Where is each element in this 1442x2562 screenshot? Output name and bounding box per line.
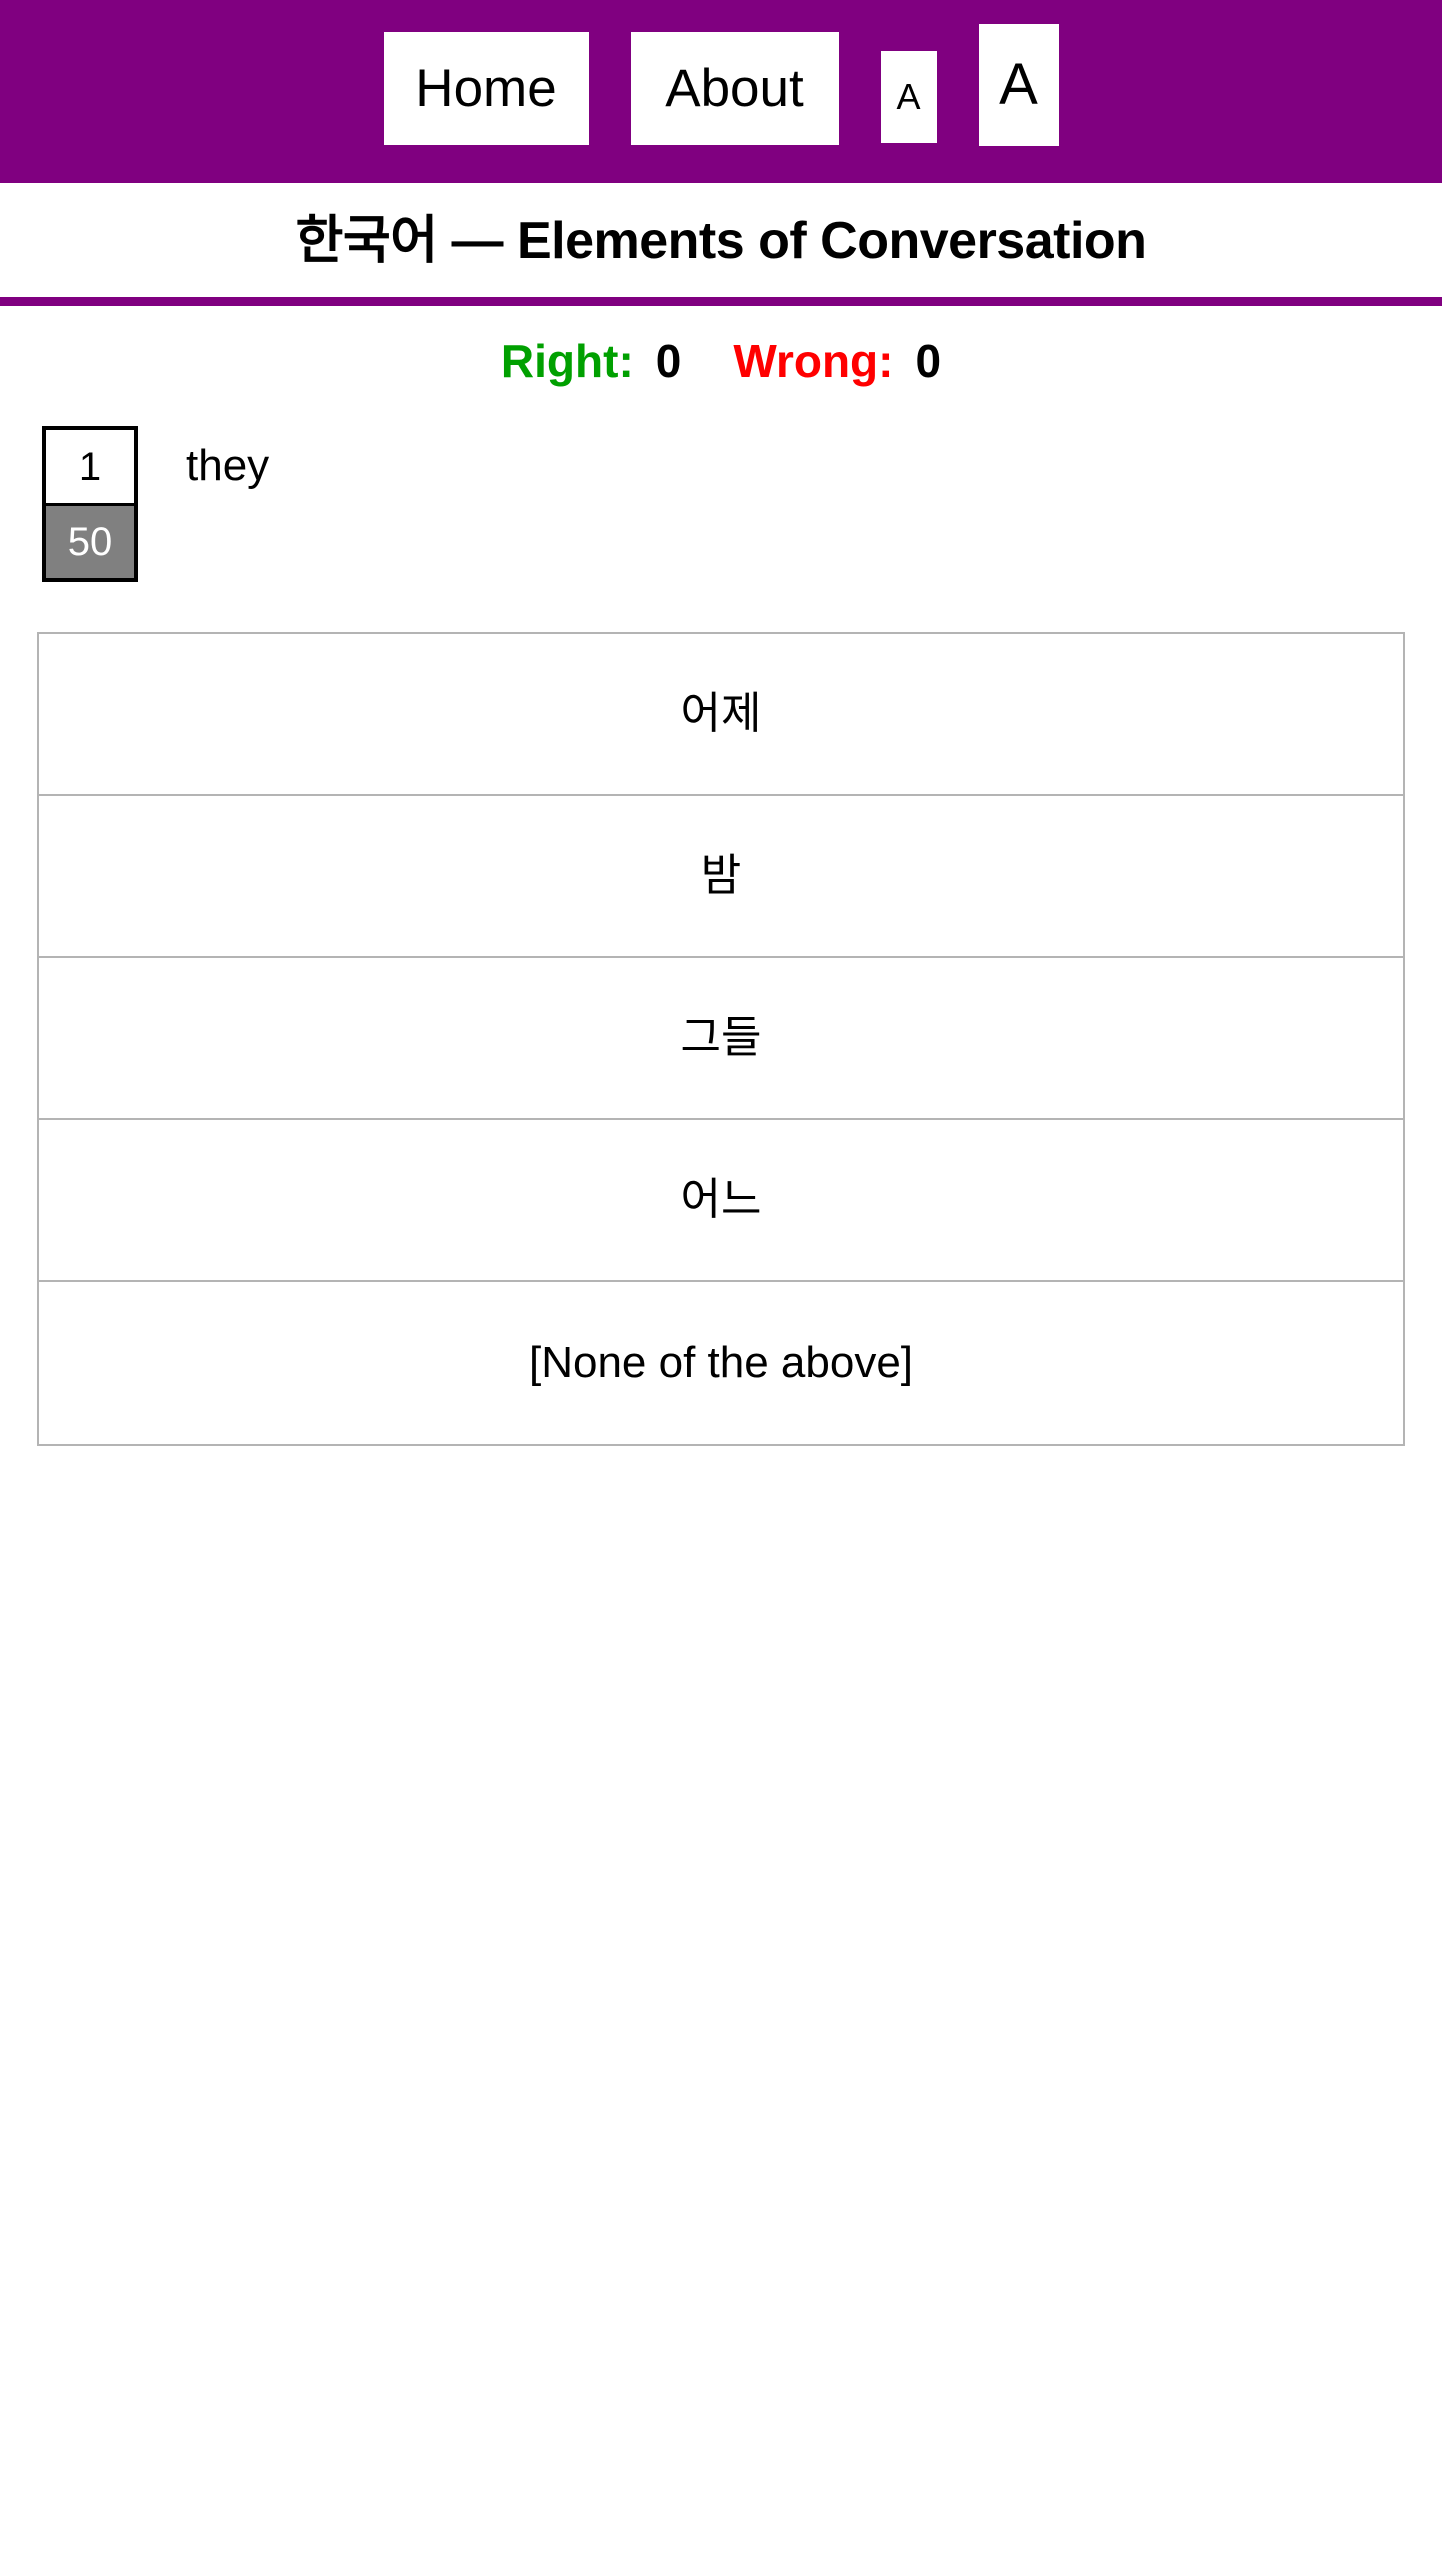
question-counter: 1 50 <box>42 426 138 583</box>
right-score-value: 0 <box>655 335 682 388</box>
answer-option-label: 어제 <box>680 689 762 739</box>
nav-about-button[interactable]: About <box>630 31 839 145</box>
font-decrease-button[interactable]: A <box>880 50 937 143</box>
answer-option[interactable]: 그들 <box>39 958 1403 1121</box>
score-summary: Right: 0 Wrong: 0 <box>0 338 1442 384</box>
answer-option[interactable]: 어제 <box>39 634 1403 797</box>
answer-option[interactable]: 밤 <box>39 796 1403 959</box>
question-prompt-word: they <box>186 441 270 491</box>
right-score-label: Right: <box>500 335 634 388</box>
answer-option-none-of-the-above[interactable]: [None of the above] <box>39 1282 1403 1445</box>
answer-options-list: 어제 밤 그들 어느 [None of the above] <box>37 632 1405 1447</box>
title-divider-rule <box>0 297 1442 307</box>
wrong-score-label: Wrong: <box>733 335 894 388</box>
question-counter-total: 50 <box>46 503 134 579</box>
question-row: 1 50 they <box>0 426 1442 583</box>
nav-button-group: Home About A A <box>383 23 1059 152</box>
answer-option-label: [None of the above] <box>528 1338 914 1388</box>
question-counter-current: 1 <box>46 430 134 504</box>
font-increase-button[interactable]: A <box>978 23 1059 146</box>
wrong-score-value: 0 <box>915 335 942 388</box>
answer-option-label: 밤 <box>700 851 742 901</box>
page-title: 한국어 — Elements of Conversation <box>295 212 1147 270</box>
page-header: 한국어 — Elements of Conversation <box>0 183 1442 307</box>
answer-option-label: 어느 <box>680 1175 762 1225</box>
nav-home-button[interactable]: Home <box>383 31 589 145</box>
answer-option-label: 그들 <box>680 1013 762 1063</box>
top-navigation-bar: Home About A A <box>0 0 1442 183</box>
answer-option[interactable]: 어느 <box>39 1120 1403 1283</box>
